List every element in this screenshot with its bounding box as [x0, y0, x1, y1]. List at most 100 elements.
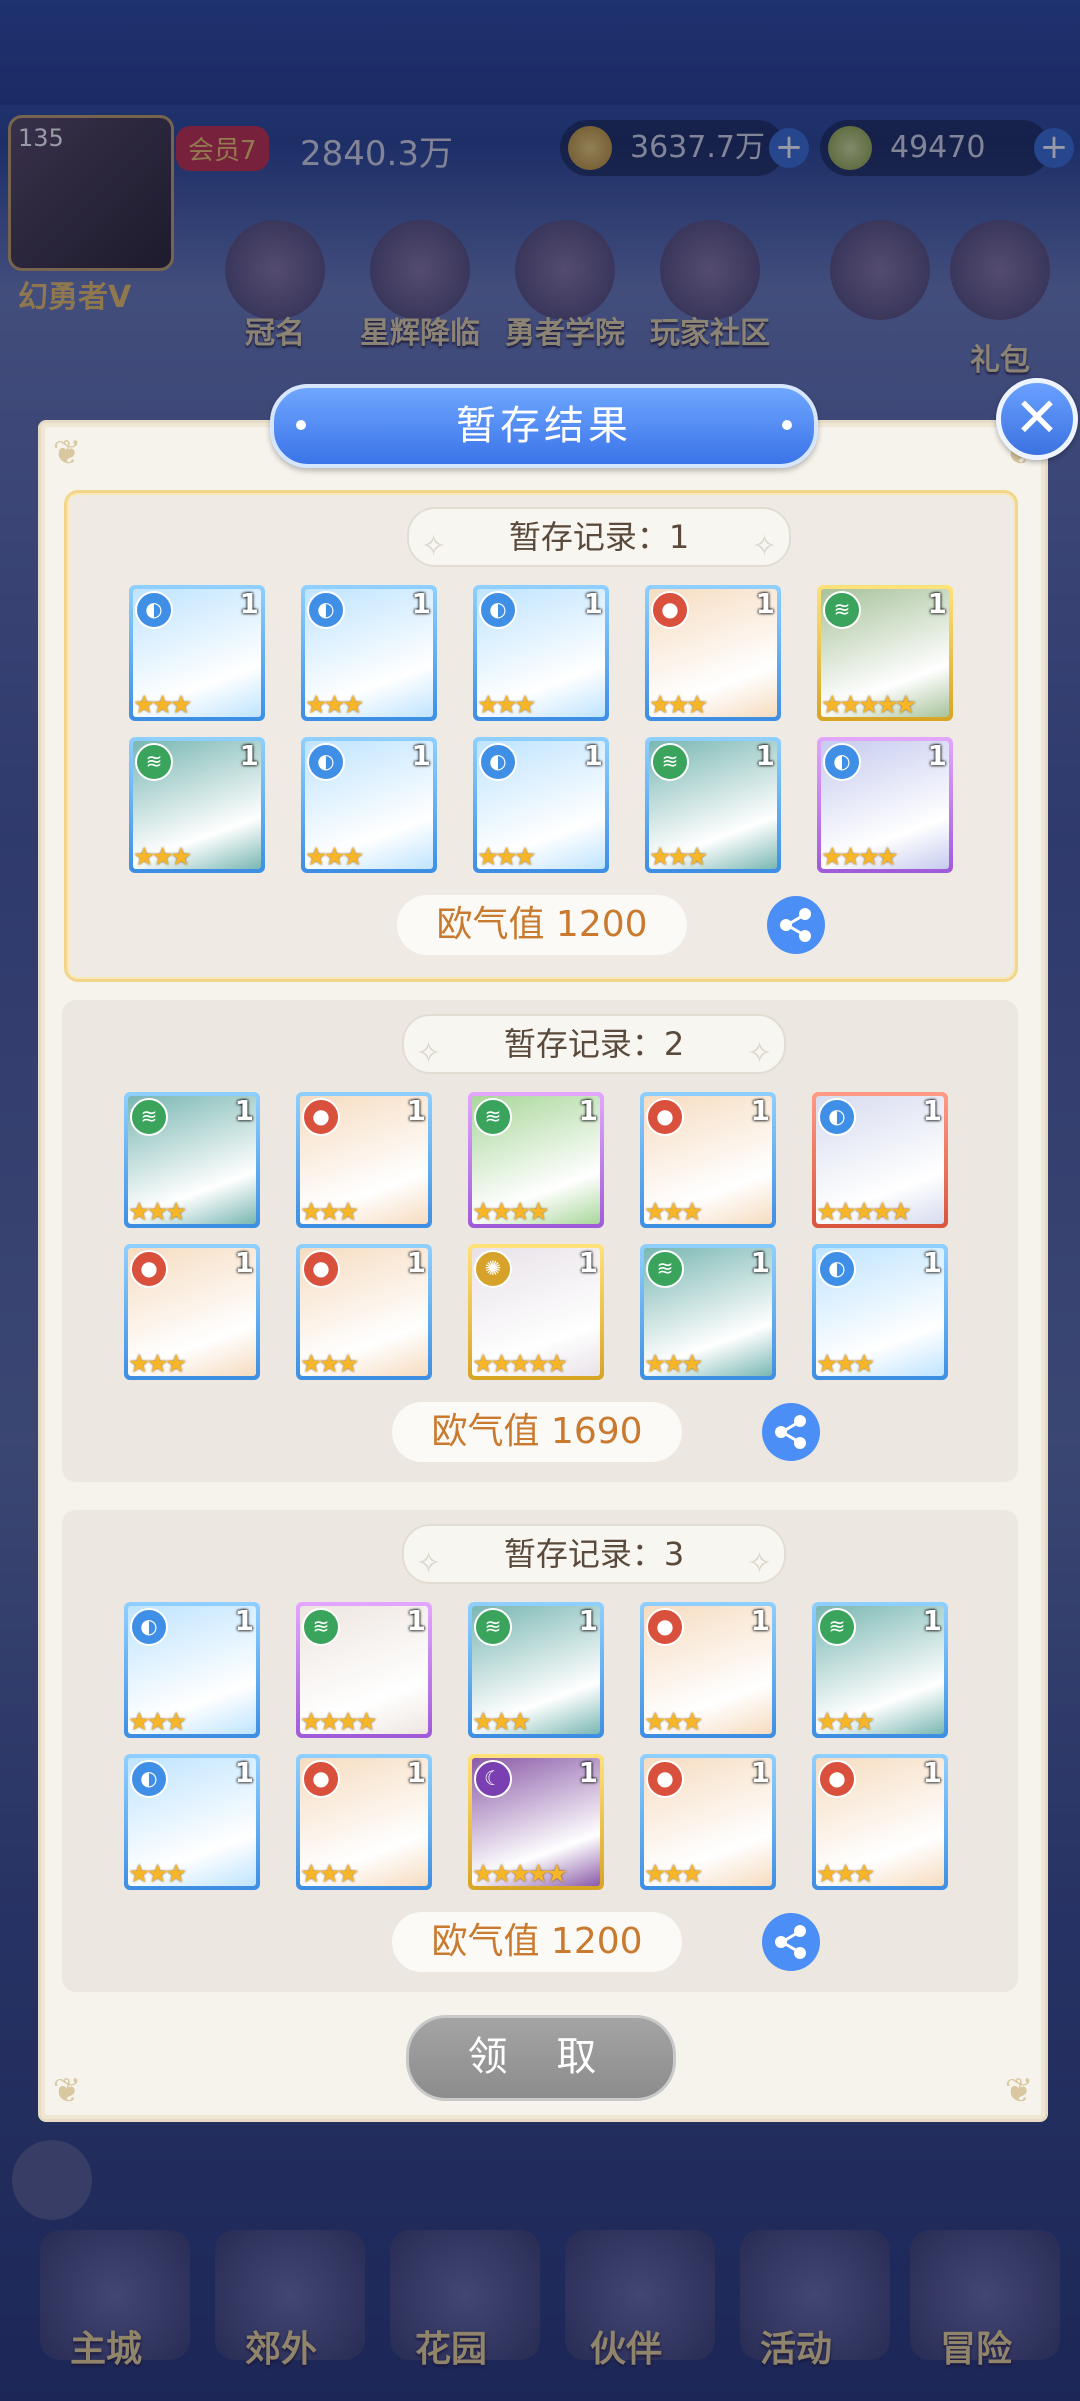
character-card[interactable]: ◐ 1 ★★★ — [124, 1602, 260, 1738]
close-button[interactable]: ✕ — [996, 378, 1078, 460]
star-rating: ★★★★ — [472, 1197, 550, 1226]
card-count: 1 — [578, 1756, 598, 1789]
fire-element-icon: ● — [646, 1098, 684, 1136]
card-count: 1 — [583, 739, 603, 772]
character-card[interactable]: ● 1 ★★★ — [124, 1244, 260, 1380]
record-label: 暂存记录：3 — [503, 1535, 685, 1573]
character-card[interactable]: ≋ 1 ★★★ — [645, 737, 781, 873]
star-rating: ★★★ — [300, 1197, 359, 1226]
character-card[interactable]: ◐ 1 ★★★ — [473, 585, 609, 721]
character-card[interactable]: ● 1 ★★★ — [640, 1754, 776, 1890]
star-rating: ★★★ — [816, 1707, 875, 1736]
wind-element-icon: ≋ — [302, 1608, 340, 1646]
character-card[interactable]: ● 1 ★★★ — [296, 1754, 432, 1890]
character-card[interactable]: ≋ 1 ★★★★ — [296, 1602, 432, 1738]
character-card[interactable]: ● 1 ★★★ — [296, 1244, 432, 1380]
character-card[interactable]: ◐ 1 ★★★ — [301, 585, 437, 721]
character-card[interactable]: ◐ 1 ★★★ — [301, 737, 437, 873]
star-rating: ★★★ — [300, 1349, 359, 1378]
card-count: 1 — [578, 1094, 598, 1127]
star-rating: ★★★★★ — [472, 1859, 568, 1888]
star-rating: ★★★ — [644, 1349, 703, 1378]
star-rating: ★★★ — [644, 1197, 703, 1226]
star-rating: ★★★ — [649, 690, 708, 719]
character-card[interactable]: ✺ 1 ★★★★★ — [468, 1244, 604, 1380]
luck-value: 欧气值 1200 — [392, 1912, 682, 1972]
character-card[interactable]: ≋ 1 ★★★★ — [468, 1092, 604, 1228]
card-count: 1 — [406, 1094, 426, 1127]
wind-element-icon: ≋ — [651, 743, 689, 781]
luck-value: 欧气值 1690 — [392, 1402, 682, 1462]
wind-element-icon: ≋ — [130, 1098, 168, 1136]
claim-button[interactable]: 领 取 — [406, 2015, 676, 2101]
fire-element-icon: ● — [130, 1250, 168, 1288]
character-card[interactable]: ◐ 1 ★★★★ — [817, 737, 953, 873]
star-rating: ★★★★ — [821, 842, 899, 871]
temp-record-1[interactable]: ✧ 暂存记录：1 ✧ ◐ 1 ★★★ ◐ 1 ★★★ ◐ 1 ★★★ ● 1 ★★★ ≋ 1 ★★★★★ ≋ 1 ★★★… — [64, 490, 1018, 982]
card-count: 1 — [922, 1756, 942, 1789]
card-count: 1 — [406, 1756, 426, 1789]
wind-element-icon: ≋ — [646, 1250, 684, 1288]
card-count: 1 — [234, 1094, 254, 1127]
record-title: ✧ 暂存记录：1 ✧ — [407, 507, 791, 567]
share-button[interactable] — [767, 896, 825, 954]
record-title: ✧ 暂存记录：3 ✧ — [402, 1524, 786, 1584]
card-count: 1 — [922, 1094, 942, 1127]
card-count: 1 — [234, 1246, 254, 1279]
character-card[interactable]: ◐ 1 ★★★ — [124, 1754, 260, 1890]
card-count: 1 — [234, 1756, 254, 1789]
dialog-title: 暂存结果 — [456, 403, 632, 449]
corner-ornament: ❦ — [52, 2071, 82, 2111]
title-ornament-left: ✧ — [416, 1036, 442, 1071]
character-card[interactable]: ● 1 ★★★ — [645, 585, 781, 721]
share-icon — [775, 1415, 806, 1449]
star-rating: ★★★★ — [300, 1707, 378, 1736]
character-card[interactable]: ◐ 1 ★★★ — [812, 1244, 948, 1380]
temp-record-3[interactable]: ✧ 暂存记录：3 ✧ ◐ 1 ★★★ ≋ 1 ★★★★ ≋ 1 ★★★ ● 1 ★★★ ≋ 1 ★★★ ◐ 1 ★★★ ●… — [62, 1510, 1018, 1992]
card-count: 1 — [927, 739, 947, 772]
corner-ornament: ❦ — [52, 433, 82, 473]
character-card[interactable]: ≋ 1 ★★★ — [129, 737, 265, 873]
water-element-icon: ◐ — [307, 743, 345, 781]
dark-element-icon: ☾ — [474, 1760, 512, 1798]
temp-record-2[interactable]: ✧ 暂存记录：2 ✧ ≋ 1 ★★★ ● 1 ★★★ ≋ 1 ★★★★ ● 1 ★★★ ◐ 1 ★★★★★ ● 1 ★★… — [62, 1000, 1018, 1482]
card-count: 1 — [750, 1756, 770, 1789]
character-card[interactable]: ● 1 ★★★ — [296, 1092, 432, 1228]
fire-element-icon: ● — [302, 1098, 340, 1136]
close-icon: ✕ — [1014, 386, 1060, 449]
character-card[interactable]: ◐ 1 ★★★ — [473, 737, 609, 873]
card-count: 1 — [406, 1604, 426, 1637]
star-rating: ★★★ — [128, 1197, 187, 1226]
card-count: 1 — [927, 587, 947, 620]
wind-element-icon: ≋ — [135, 743, 173, 781]
card-count: 1 — [239, 587, 259, 620]
character-card[interactable]: ◐ 1 ★★★ — [129, 585, 265, 721]
character-card[interactable]: ≋ 1 ★★★ — [468, 1602, 604, 1738]
share-button[interactable] — [762, 1403, 820, 1461]
character-card[interactable]: ● 1 ★★★ — [812, 1754, 948, 1890]
character-card[interactable]: ≋ 1 ★★★ — [812, 1602, 948, 1738]
card-count: 1 — [411, 587, 431, 620]
character-card[interactable]: ≋ 1 ★★★★★ — [817, 585, 953, 721]
character-card[interactable]: ◐ 1 ★★★★★ — [812, 1092, 948, 1228]
dialog-header: 暂存结果 — [270, 384, 818, 468]
water-element-icon: ◐ — [479, 591, 517, 629]
card-count: 1 — [922, 1246, 942, 1279]
water-element-icon: ◐ — [135, 591, 173, 629]
character-card[interactable]: ● 1 ★★★ — [640, 1092, 776, 1228]
star-rating: ★★★★★ — [472, 1349, 568, 1378]
character-card[interactable]: ● 1 ★★★ — [640, 1602, 776, 1738]
water-element-icon: ◐ — [818, 1098, 856, 1136]
star-rating: ★★★ — [644, 1707, 703, 1736]
star-rating: ★★★ — [644, 1859, 703, 1888]
water-element-icon: ◐ — [479, 743, 517, 781]
title-ornament-left: ✧ — [416, 1546, 442, 1581]
share-icon — [775, 1925, 806, 1959]
character-card[interactable]: ≋ 1 ★★★ — [124, 1092, 260, 1228]
character-card[interactable]: ☾ 1 ★★★★★ — [468, 1754, 604, 1890]
share-button[interactable] — [762, 1913, 820, 1971]
wind-element-icon: ≋ — [474, 1098, 512, 1136]
character-card[interactable]: ≋ 1 ★★★ — [640, 1244, 776, 1380]
star-rating: ★★★ — [816, 1859, 875, 1888]
card-count: 1 — [750, 1604, 770, 1637]
